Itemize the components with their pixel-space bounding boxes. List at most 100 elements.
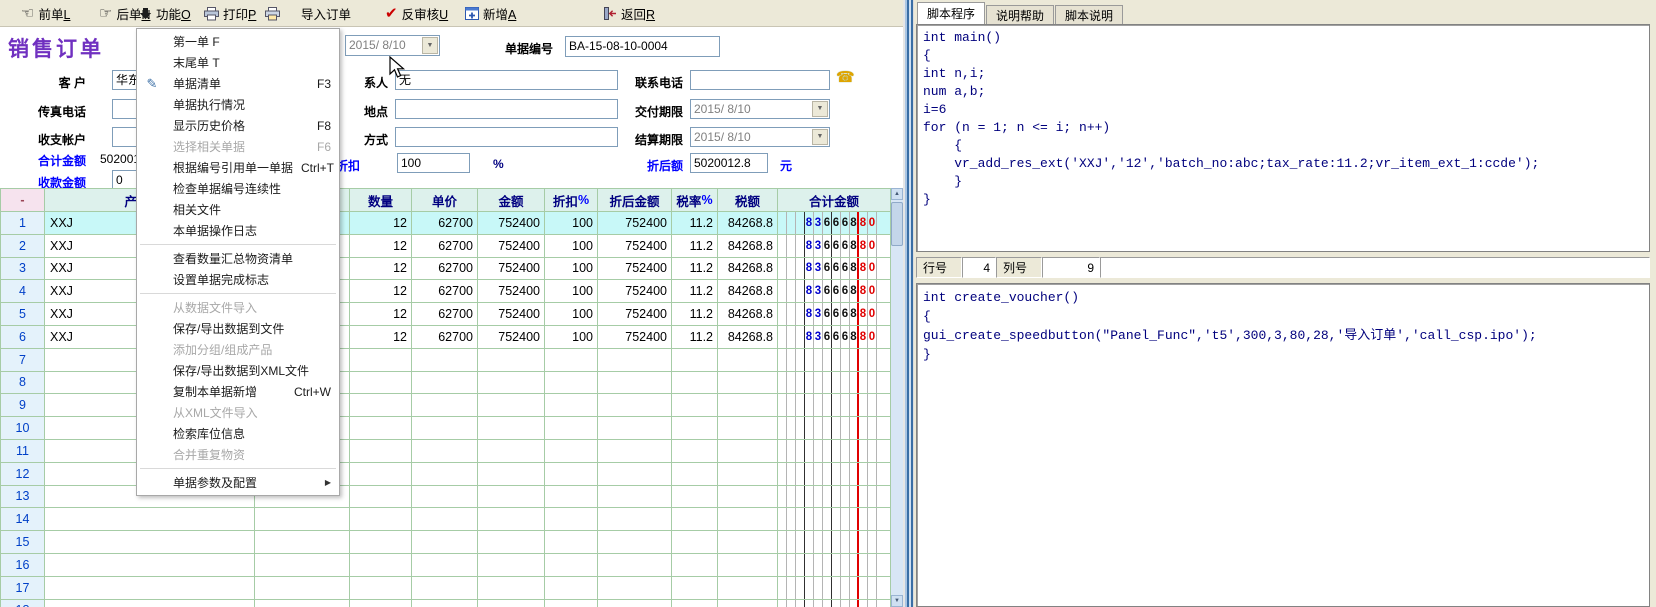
grid-cell-discounted[interactable] [598, 440, 672, 463]
grid-cell-tax_rate[interactable] [672, 531, 718, 554]
row-number-cell[interactable]: 1 [0, 212, 45, 235]
grid-cell-tax[interactable] [718, 577, 778, 600]
row-number-cell[interactable]: 18 [0, 600, 45, 607]
menu-item[interactable]: 显示历史价格F8 [137, 115, 339, 136]
grid-cell-discounted[interactable] [598, 531, 672, 554]
grid-cell-amount[interactable] [478, 463, 545, 486]
grid-cell-price[interactable]: 62700 [412, 235, 478, 258]
grid-cell-tax[interactable]: 84268.8 [718, 212, 778, 235]
grid-cell-amount[interactable] [478, 349, 545, 372]
menu-item[interactable]: 检查单据编号连续性 [137, 178, 339, 199]
panel-splitter[interactable] [903, 0, 914, 607]
grid-cell-price[interactable] [412, 372, 478, 395]
grid-cell-price[interactable] [412, 349, 478, 372]
discount-field[interactable]: 100 [397, 153, 470, 173]
grid-cell-amount[interactable] [478, 508, 545, 531]
menu-item[interactable]: 检索库位信息 [137, 423, 339, 444]
grid-cell-tax_rate[interactable] [672, 554, 718, 577]
grid-cell-qty[interactable] [350, 440, 412, 463]
grid-cell-discount[interactable] [545, 349, 598, 372]
menu-item[interactable]: 查看数量汇总物资清单 [137, 248, 339, 269]
grid-cell-tax[interactable] [718, 600, 778, 607]
grid-cell-tax[interactable] [718, 349, 778, 372]
grid-cell-qty[interactable] [350, 600, 412, 607]
grid-cell-tax_rate[interactable]: 11.2 [672, 280, 718, 303]
grid-cell-discount[interactable] [545, 554, 598, 577]
menu-item[interactable]: 相关文件 [137, 199, 339, 220]
method-field[interactable] [395, 127, 618, 147]
grid-cell-amount[interactable] [478, 394, 545, 417]
grid-cell-total-ledger[interactable] [778, 417, 891, 440]
grid-cell-qty[interactable] [350, 417, 412, 440]
grid-cell-amount[interactable] [478, 440, 545, 463]
grid-cell-discount[interactable] [545, 600, 598, 607]
grid-cell-qty[interactable]: 12 [350, 303, 412, 326]
grid-cell-discount[interactable] [545, 577, 598, 600]
grid-cell-amount[interactable]: 752400 [478, 235, 545, 258]
row-number-cell[interactable]: 17 [0, 577, 45, 600]
grid-cell-qty[interactable] [350, 349, 412, 372]
grid-cell-tax[interactable] [718, 531, 778, 554]
grid-cell-tax[interactable] [718, 554, 778, 577]
grid-cell-tax_rate[interactable]: 11.2 [672, 212, 718, 235]
grid-cell-price[interactable] [412, 486, 478, 509]
grid-cell-qty[interactable] [350, 394, 412, 417]
menu-item[interactable]: 第一单 F [137, 31, 339, 52]
grid-cell-tax_rate[interactable] [672, 394, 718, 417]
script-editor-main[interactable]: int main(){int n,i;num a,b;i=6for (n = 1… [916, 24, 1650, 252]
row-number-cell[interactable]: 4 [0, 280, 45, 303]
grid-cell-tax_rate[interactable] [672, 417, 718, 440]
row-number-cell[interactable]: 12 [0, 463, 45, 486]
grid-cell-tax_rate[interactable]: 11.2 [672, 258, 718, 281]
script-editor-voucher[interactable]: int create_voucher(){gui_create_speedbut… [916, 283, 1650, 607]
grid-cell-price[interactable] [412, 440, 478, 463]
menu-item[interactable]: 本单据操作日志 [137, 220, 339, 241]
grid-cell-discounted[interactable]: 752400 [598, 235, 672, 258]
grid-cell-product[interactable] [45, 508, 255, 531]
menu-item[interactable]: 复制本单据新增Ctrl+W [137, 381, 339, 402]
row-number-cell[interactable]: 9 [0, 394, 45, 417]
grid-cell-discounted[interactable]: 752400 [598, 326, 672, 349]
grid-cell-discount[interactable] [545, 486, 598, 509]
tab-脚本程序[interactable]: 脚本程序 [917, 2, 985, 24]
grid-cell-discounted[interactable]: 752400 [598, 258, 672, 281]
grid-cell-amount[interactable] [478, 554, 545, 577]
grid-cell-qty[interactable]: 12 [350, 326, 412, 349]
grid-cell-price[interactable]: 62700 [412, 303, 478, 326]
grid-cell-discount[interactable]: 100 [545, 326, 598, 349]
row-number-cell[interactable]: 11 [0, 440, 45, 463]
grid-cell-discount[interactable]: 100 [545, 212, 598, 235]
grid-column-header-discounted[interactable]: 折后金额 [598, 188, 672, 212]
grid-cell-total-ledger[interactable]: 83666880 [778, 280, 891, 303]
grid-cell-total-ledger[interactable]: 83666880 [778, 326, 891, 349]
grid-cell-total-ledger[interactable] [778, 440, 891, 463]
grid-cell-discount[interactable] [545, 463, 598, 486]
grid-cell-discount[interactable] [545, 417, 598, 440]
grid-cell-tax_rate[interactable] [672, 440, 718, 463]
grid-cell-discounted[interactable] [598, 349, 672, 372]
grid-cell-qty[interactable]: 12 [350, 280, 412, 303]
grid-cell-product[interactable] [45, 600, 255, 607]
tab-说明帮助[interactable]: 说明帮助 [986, 5, 1054, 24]
grid-cell-discounted[interactable] [598, 577, 672, 600]
grid-cell-discounted[interactable] [598, 417, 672, 440]
scroll-down-button[interactable]: ▼ [891, 595, 903, 607]
grid-cell-price[interactable] [412, 600, 478, 607]
grid-cell-total-ledger[interactable]: 83666880 [778, 235, 891, 258]
grid-cell-tax[interactable]: 84268.8 [718, 280, 778, 303]
grid-cell-amount[interactable] [478, 486, 545, 509]
chevron-down-icon[interactable]: ▼ [422, 37, 438, 54]
grid-cell-price[interactable]: 62700 [412, 326, 478, 349]
grid-cell-amount[interactable]: 752400 [478, 258, 545, 281]
grid-cell-total-ledger[interactable] [778, 372, 891, 395]
grid-column-header-discount[interactable]: 折扣% [545, 188, 598, 212]
grid-cell-price[interactable]: 62700 [412, 212, 478, 235]
grid-cell-qty[interactable] [350, 531, 412, 554]
grid-cell-total-ledger[interactable]: 83666880 [778, 212, 891, 235]
functions-button[interactable]: 功能O [136, 2, 194, 25]
grid-cell-price[interactable] [412, 508, 478, 531]
grid-cell-total-ledger[interactable] [778, 349, 891, 372]
grid-cell-price[interactable]: 62700 [412, 280, 478, 303]
grid-cell-price[interactable] [412, 417, 478, 440]
grid-cell-discount[interactable] [545, 531, 598, 554]
